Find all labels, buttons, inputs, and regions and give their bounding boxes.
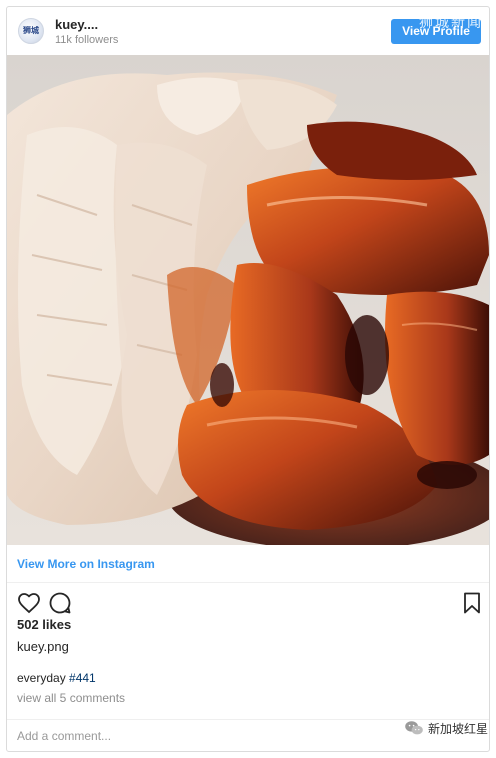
post-filename: kuey.png <box>17 639 69 654</box>
view-more-row: View More on Instagram <box>7 545 489 583</box>
comment-input[interactable] <box>15 726 319 746</box>
post-header: 狮城 kuey.... 11k followers View Profile 狮… <box>7 7 489 55</box>
user-info: kuey.... 11k followers <box>55 17 118 47</box>
username[interactable]: kuey.... <box>55 17 118 32</box>
like-count[interactable]: 502 likes <box>17 617 71 632</box>
avatar[interactable]: 狮城 <box>18 18 44 44</box>
comment-row <box>7 719 489 751</box>
caption-text: everyday <box>17 671 70 685</box>
view-profile-button[interactable]: View Profile <box>391 19 481 44</box>
view-comments-link[interactable]: view all 5 comments <box>17 691 125 705</box>
heart-icon[interactable] <box>17 591 41 615</box>
bookmark-icon[interactable] <box>460 591 484 615</box>
action-bar <box>7 583 489 617</box>
instagram-embed-card: 狮城 kuey.... 11k followers View Profile 狮… <box>6 6 490 752</box>
post-photo[interactable] <box>7 55 489 545</box>
caption-hashtag[interactable]: #441 <box>69 671 96 685</box>
comment-bubble-icon[interactable] <box>48 591 72 615</box>
post-caption: everyday #441 <box>17 671 96 685</box>
follower-count: 11k followers <box>55 34 119 46</box>
view-more-link[interactable]: View More on Instagram <box>17 557 155 571</box>
food-photo-illustration <box>7 55 489 545</box>
